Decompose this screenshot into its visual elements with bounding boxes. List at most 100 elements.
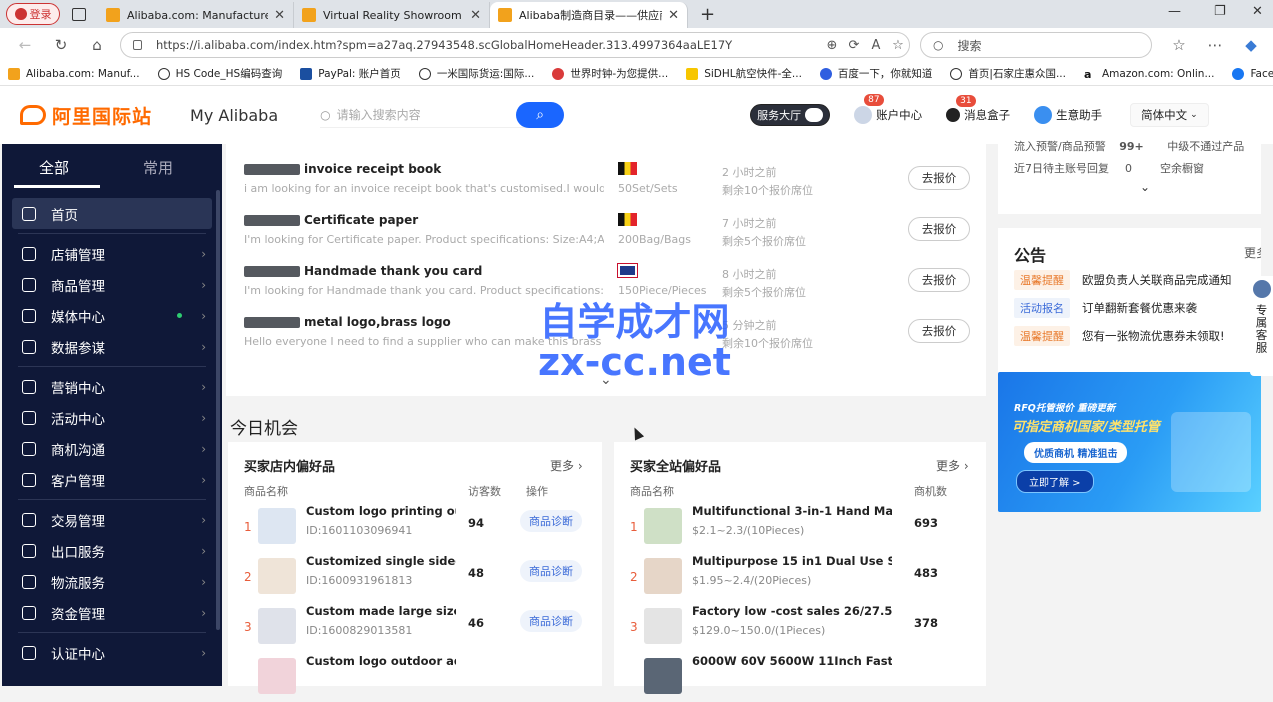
quote-button[interactable]: 去报价	[908, 166, 970, 190]
sidebar-item-goods[interactable]: 商品管理 ›	[2, 269, 222, 300]
new-tab-icon[interactable]: +	[700, 4, 715, 25]
sidebar-item-store[interactable]: 店铺管理 ›	[2, 238, 222, 269]
home-browser-icon[interactable]: ⌂	[86, 36, 108, 54]
more-link[interactable]: 更多 ›	[936, 457, 969, 474]
refresh-icon[interactable]: ↻	[50, 36, 72, 54]
message-box-link[interactable]: 31 消息盒子	[946, 95, 1010, 123]
close-tab-icon[interactable]: ✕	[464, 8, 481, 23]
header-search-input[interactable]: ○ 请输入搜索内容	[320, 102, 527, 128]
account-center-link[interactable]: 87 账户中心	[854, 94, 922, 124]
sidebar-item-export[interactable]: 出口服务 ›	[2, 535, 222, 566]
alibaba-logo[interactable]: 阿里国际站	[20, 102, 152, 129]
notice-item[interactable]: 温馨提醒 欧盟负责人关联商品完成通知	[1014, 270, 1232, 290]
rfq-title[interactable]: Certificate paper	[304, 213, 418, 227]
product-name[interactable]: Multifunctional 3-in-1 Hand Man...	[692, 504, 892, 518]
sidebar-item-customer[interactable]: 客户管理 ›	[2, 464, 222, 495]
bookmark-baidu[interactable]: 百度一下，你就知道	[819, 66, 932, 81]
sidebar-item-trade[interactable]: 交易管理 ›	[2, 504, 222, 535]
product-name[interactable]: Multipurpose 15 in1 Dual Use St...	[692, 554, 892, 568]
product-name[interactable]: Custom made large size l...	[306, 604, 456, 618]
read-aloud-icon[interactable]: A	[865, 38, 887, 53]
sidebar-item-media[interactable]: 媒体中心 ›	[2, 300, 222, 331]
my-alibaba-title[interactable]: My Alibaba	[190, 106, 278, 125]
sidebar-item-home[interactable]: 首页	[12, 198, 212, 229]
tab-all[interactable]: 全部	[2, 157, 106, 188]
diagnose-button[interactable]: 商品诊断	[520, 510, 582, 532]
rfq-title[interactable]: invoice receipt book	[304, 162, 441, 176]
product-thumbnail[interactable]	[258, 558, 296, 594]
bookmark-yimi[interactable]: 一米国际货运:国际...	[418, 66, 534, 81]
product-thumbnail[interactable]	[258, 508, 296, 544]
service-hall-button[interactable]: 服务大厅	[750, 104, 831, 126]
copilot-icon[interactable]: ◆	[1240, 36, 1262, 54]
browser-search-input[interactable]: ○ 搜索	[920, 32, 1152, 58]
back-icon[interactable]: ←	[14, 36, 36, 54]
tab-actions-icon[interactable]	[72, 7, 86, 21]
product-thumbnail[interactable]	[258, 658, 296, 694]
notice-item[interactable]: 温馨提醒 您有一张物流优惠券未领取!	[1014, 326, 1225, 346]
close-tab-icon[interactable]: ✕	[662, 8, 679, 23]
dedicated-service-float[interactable]: 专属客服	[1250, 276, 1273, 376]
product-thumbnail[interactable]	[258, 608, 296, 644]
bookmark-huizhong[interactable]: 首页|石家庄惠众国...	[950, 66, 1066, 81]
tab-frequent[interactable]: 常用	[106, 157, 210, 178]
sidebar-item-logistics[interactable]: 物流服务 ›	[2, 566, 222, 597]
notice-item[interactable]: 活动报名 订单翻新套餐优惠来袭	[1014, 298, 1197, 318]
header-search-button[interactable]: ⌕	[516, 102, 565, 128]
product-name[interactable]: 6000W 60V 5600W 11Inch Fast D...	[692, 654, 892, 668]
login-button[interactable]: 登录	[6, 3, 60, 25]
favorite-star-icon[interactable]: ☆	[887, 38, 909, 53]
minimize-icon[interactable]: —	[1168, 4, 1181, 19]
product-thumbnail[interactable]	[644, 608, 682, 644]
bookmark-alibaba[interactable]: Alibaba.com: Manuf...	[8, 67, 140, 80]
product-thumbnail[interactable]	[644, 658, 682, 694]
diagnose-button[interactable]: 商品诊断	[520, 560, 582, 582]
rank: 3	[244, 620, 252, 634]
bookmark-facebook[interactable]: Facebook	[1232, 67, 1273, 80]
reader-icon[interactable]: ⟳	[843, 38, 865, 53]
bookmark-amazon[interactable]: a Amazon.com: Onlin...	[1084, 68, 1215, 81]
url-field[interactable]: https://i.alibaba.com/index.htm?spm=a27a…	[120, 32, 910, 58]
close-tab-icon[interactable]: ✕	[268, 8, 285, 23]
browser-tab-3[interactable]: Alibaba制造商目录——供应商、制✕	[490, 2, 688, 28]
banner-cta-button[interactable]: 立即了解 >	[1016, 470, 1094, 493]
close-window-icon[interactable]: ✕	[1252, 4, 1263, 19]
sidebar-item-finance[interactable]: 资金管理 ›	[2, 597, 222, 628]
browser-tab-2[interactable]: Virtual Reality Showroom ✕	[294, 2, 490, 28]
bookmark-paypal[interactable]: PayPal: 账户首页	[300, 66, 401, 81]
announcement-more-link[interactable]: 更多	[1244, 244, 1261, 261]
product-name[interactable]: Custom logo outdoor ad...	[306, 654, 456, 668]
product-name[interactable]: Factory low -cost sales 26/27.5/2...	[692, 604, 892, 618]
rfq-title[interactable]: Handmade thank you card	[304, 264, 482, 278]
language-select[interactable]: 简体中文 ⌄	[1130, 103, 1209, 127]
favorites-icon[interactable]: ☆	[1168, 36, 1190, 54]
product-name[interactable]: Customized single sided ...	[306, 554, 456, 568]
clock-icon	[552, 67, 565, 80]
bookmark-worldclock[interactable]: 世界时钟-为您提供...	[552, 66, 668, 81]
quote-button[interactable]: 去报价	[908, 217, 970, 241]
rfq-promo-banner[interactable]: RFQ托管报价 重磅更新 可指定商机国家/类型托管 优质商机 精准狙击 立即了解…	[998, 372, 1261, 512]
sidebar-item-activity[interactable]: 活动中心 ›	[2, 402, 222, 433]
more-link[interactable]: 更多 ›	[550, 457, 583, 474]
browser-tab-1[interactable]: Alibaba.com: Manufacturers, Sup✕	[98, 2, 294, 28]
maximize-icon[interactable]: ❐	[1214, 4, 1226, 19]
rfq-title[interactable]: metal logo,brass logo	[304, 315, 451, 329]
chevron-down-icon[interactable]: ⌄	[1140, 180, 1150, 194]
sidebar-item-data[interactable]: 数据参谋 ›	[2, 331, 222, 362]
business-assistant-link[interactable]: 生意助手	[1034, 106, 1102, 124]
quote-button[interactable]: 去报价	[908, 319, 970, 343]
product-thumbnail[interactable]	[644, 558, 682, 594]
bookmark-hscode[interactable]: HS Code_HS编码查询	[157, 66, 282, 81]
sidebar-item-cert[interactable]: 认证中心 ›	[2, 637, 222, 668]
product-thumbnail[interactable]	[644, 508, 682, 544]
product-name[interactable]: Custom logo printing out...	[306, 504, 456, 518]
stat-row[interactable]: 近7日待主账号回复 0 空余橱窗	[1014, 160, 1204, 176]
zoom-icon[interactable]: ⊕	[821, 38, 843, 53]
diagnose-button[interactable]: 商品诊断	[520, 610, 582, 632]
bookmark-dhl[interactable]: SiDHL航空快件-全...	[686, 66, 802, 81]
sidebar-item-marketing[interactable]: 营销中心 ›	[2, 371, 222, 402]
quote-button[interactable]: 去报价	[908, 268, 970, 292]
sidebar-item-chat[interactable]: 商机沟通 ›	[2, 433, 222, 464]
expand-chevron-icon[interactable]: ⌄	[600, 372, 612, 388]
more-menu-icon[interactable]: ⋯	[1204, 36, 1226, 54]
